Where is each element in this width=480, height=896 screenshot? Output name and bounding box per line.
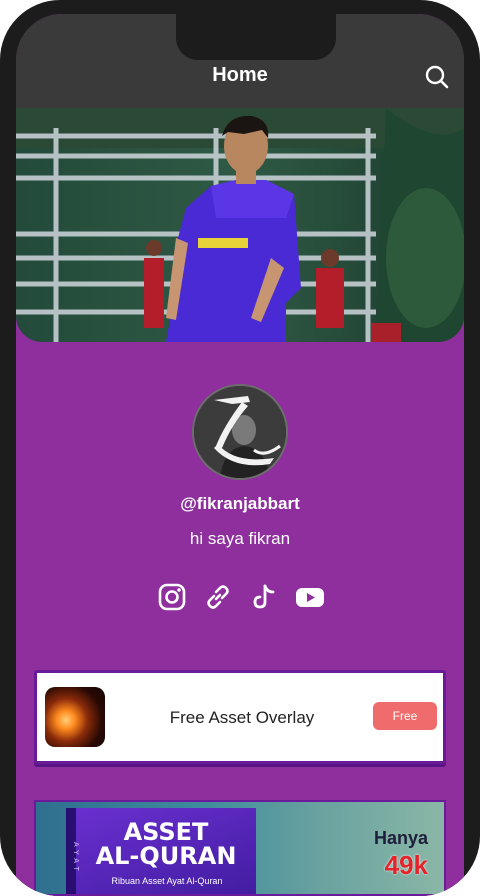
banner-subtitle: Ribuan Asset Ayat Al-Quran [111,876,223,886]
link-card-free-asset-overlay[interactable]: Free Asset Overlay Free [34,670,446,764]
banner-price-label: Hanya [373,828,428,848]
social-links [156,581,326,613]
cover-photo [16,108,464,342]
phone-notch [176,14,336,60]
tiktok-icon [253,584,275,609]
banner-title-line2: AL-QURAN [95,842,237,870]
free-button[interactable]: Free [373,702,437,730]
link-icon [207,585,229,609]
avatar[interactable] [192,384,288,480]
page-title: Home [212,64,268,86]
instagram-icon [158,583,186,611]
instagram-button[interactable] [156,581,188,613]
card-thumbnail [45,687,105,747]
search-icon [425,65,449,89]
card-title: Free Asset Overlay [169,708,315,727]
link-button[interactable] [202,581,234,613]
app-screen: Home @fikranjabbart hi saya fikran Free … [16,14,464,896]
tiktok-button[interactable] [248,581,280,613]
phone-frame: Home @fikranjabbart hi saya fikran Free … [0,0,480,896]
avatar-image [194,386,286,478]
profile-bio: hi saya fikran [189,529,291,548]
youtube-icon [296,588,324,607]
profile-username: @fikranjabbart [180,494,300,513]
promo-banner[interactable]: AYAT ASSET AL-QURAN Ribuan Asset Ayat Al… [34,800,446,896]
search-button[interactable] [424,64,450,90]
youtube-button[interactable] [294,581,326,613]
banner-price: 49k [384,850,428,880]
